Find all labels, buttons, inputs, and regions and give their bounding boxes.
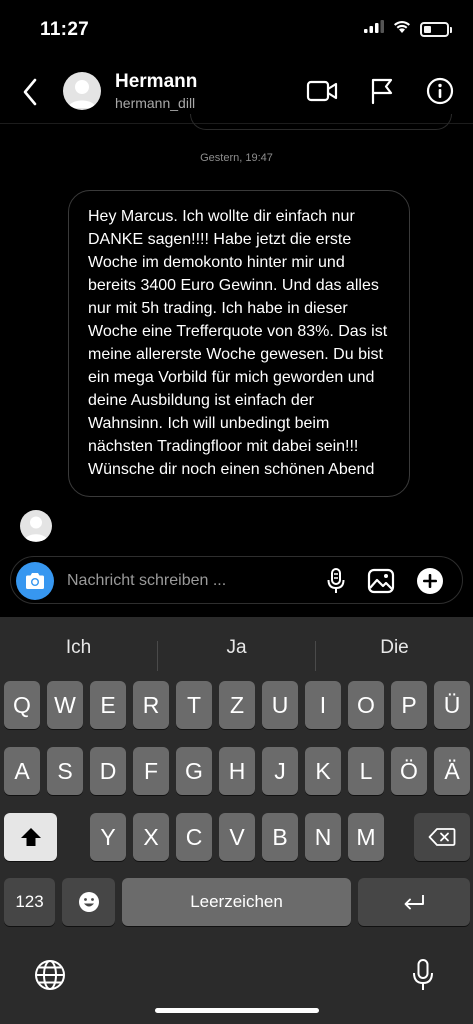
info-icon — [426, 77, 454, 105]
video-call-button[interactable] — [305, 74, 339, 108]
key-f[interactable]: F — [133, 747, 169, 795]
key-h[interactable]: H — [219, 747, 255, 795]
key-z[interactable]: Z — [219, 681, 255, 729]
key-v[interactable]: V — [219, 813, 255, 861]
suggestion-3[interactable]: Die — [316, 627, 473, 669]
add-content-button[interactable] — [414, 565, 446, 597]
plus-circle-icon — [417, 568, 443, 594]
key-q[interactable]: Q — [4, 681, 40, 729]
key-u[interactable]: U — [262, 681, 298, 729]
back-button[interactable] — [16, 76, 44, 108]
camera-icon — [26, 573, 44, 589]
key-d[interactable]: D — [90, 747, 126, 795]
key-j[interactable]: J — [262, 747, 298, 795]
key-oe[interactable]: Ö — [391, 747, 427, 795]
shift-key[interactable] — [4, 813, 57, 861]
signal-icon — [364, 20, 384, 38]
previous-message-bubble — [190, 114, 452, 130]
key-o[interactable]: O — [348, 681, 384, 729]
home-indicator[interactable] — [155, 1008, 319, 1013]
image-icon — [367, 568, 395, 594]
message-composer — [10, 556, 463, 604]
status-bar: 11:27 — [0, 0, 473, 58]
key-y[interactable]: Y — [90, 813, 126, 861]
microphone-icon — [413, 959, 433, 990]
key-a[interactable]: A — [4, 747, 40, 795]
keyboard: Ich Ja Die Q W E R T Z U I O P Ü A S D F… — [0, 617, 473, 1024]
contact-avatar[interactable] — [63, 72, 101, 110]
chevron-left-icon — [23, 78, 37, 106]
key-c[interactable]: C — [176, 813, 212, 861]
key-b[interactable]: B — [262, 813, 298, 861]
key-k[interactable]: K — [305, 747, 341, 795]
wifi-icon — [393, 20, 411, 38]
key-w[interactable]: W — [47, 681, 83, 729]
suggestion-bar: Ich Ja Die — [0, 627, 473, 671]
flag-icon — [371, 78, 393, 105]
battery-icon — [420, 21, 452, 37]
info-button[interactable] — [423, 74, 457, 108]
key-l[interactable]: L — [348, 747, 384, 795]
default-avatar-icon — [68, 80, 96, 108]
video-camera-icon — [306, 80, 338, 102]
key-g[interactable]: G — [176, 747, 212, 795]
key-n[interactable]: N — [305, 813, 341, 861]
suggestion-2[interactable]: Ja — [158, 627, 315, 669]
contact-username[interactable]: hermann_dill — [115, 95, 195, 111]
message-timestamp: Gestern, 19:47 — [200, 152, 273, 164]
return-key[interactable] — [358, 878, 470, 926]
message-input[interactable] — [67, 570, 247, 592]
sender-avatar[interactable] — [20, 510, 52, 542]
key-r[interactable]: R — [133, 681, 169, 729]
shift-icon — [20, 828, 41, 846]
suggestion-1[interactable]: Ich — [0, 627, 157, 669]
return-icon — [404, 895, 424, 910]
numbers-key[interactable]: 123 — [4, 878, 55, 926]
key-i[interactable]: I — [305, 681, 341, 729]
key-m[interactable]: M — [348, 813, 384, 861]
microphone-icon — [327, 568, 345, 593]
dictation-button[interactable] — [408, 956, 438, 994]
key-s[interactable]: S — [47, 747, 83, 795]
key-ue[interactable]: Ü — [434, 681, 470, 729]
key-t[interactable]: T — [176, 681, 212, 729]
default-avatar-icon — [24, 516, 48, 541]
backspace-icon — [428, 828, 456, 846]
emoji-key[interactable] — [62, 878, 115, 926]
globe-icon — [35, 960, 65, 990]
key-e[interactable]: E — [90, 681, 126, 729]
voice-message-button[interactable] — [320, 565, 352, 597]
contact-name[interactable]: Hermann — [115, 71, 197, 93]
camera-button[interactable] — [16, 562, 54, 600]
key-ae[interactable]: Ä — [434, 747, 470, 795]
space-key[interactable]: Leerzeichen — [122, 878, 351, 926]
report-button[interactable] — [365, 74, 399, 108]
received-message-bubble[interactable]: Hey Marcus. Ich wollte dir einfach nur D… — [68, 190, 410, 497]
status-time: 11:27 — [40, 19, 90, 40]
status-icons — [364, 20, 452, 38]
emoji-icon — [78, 892, 99, 912]
key-p[interactable]: P — [391, 681, 427, 729]
key-x[interactable]: X — [133, 813, 169, 861]
gallery-button[interactable] — [365, 565, 397, 597]
globe-button[interactable] — [33, 958, 67, 992]
backspace-key[interactable] — [414, 813, 470, 861]
